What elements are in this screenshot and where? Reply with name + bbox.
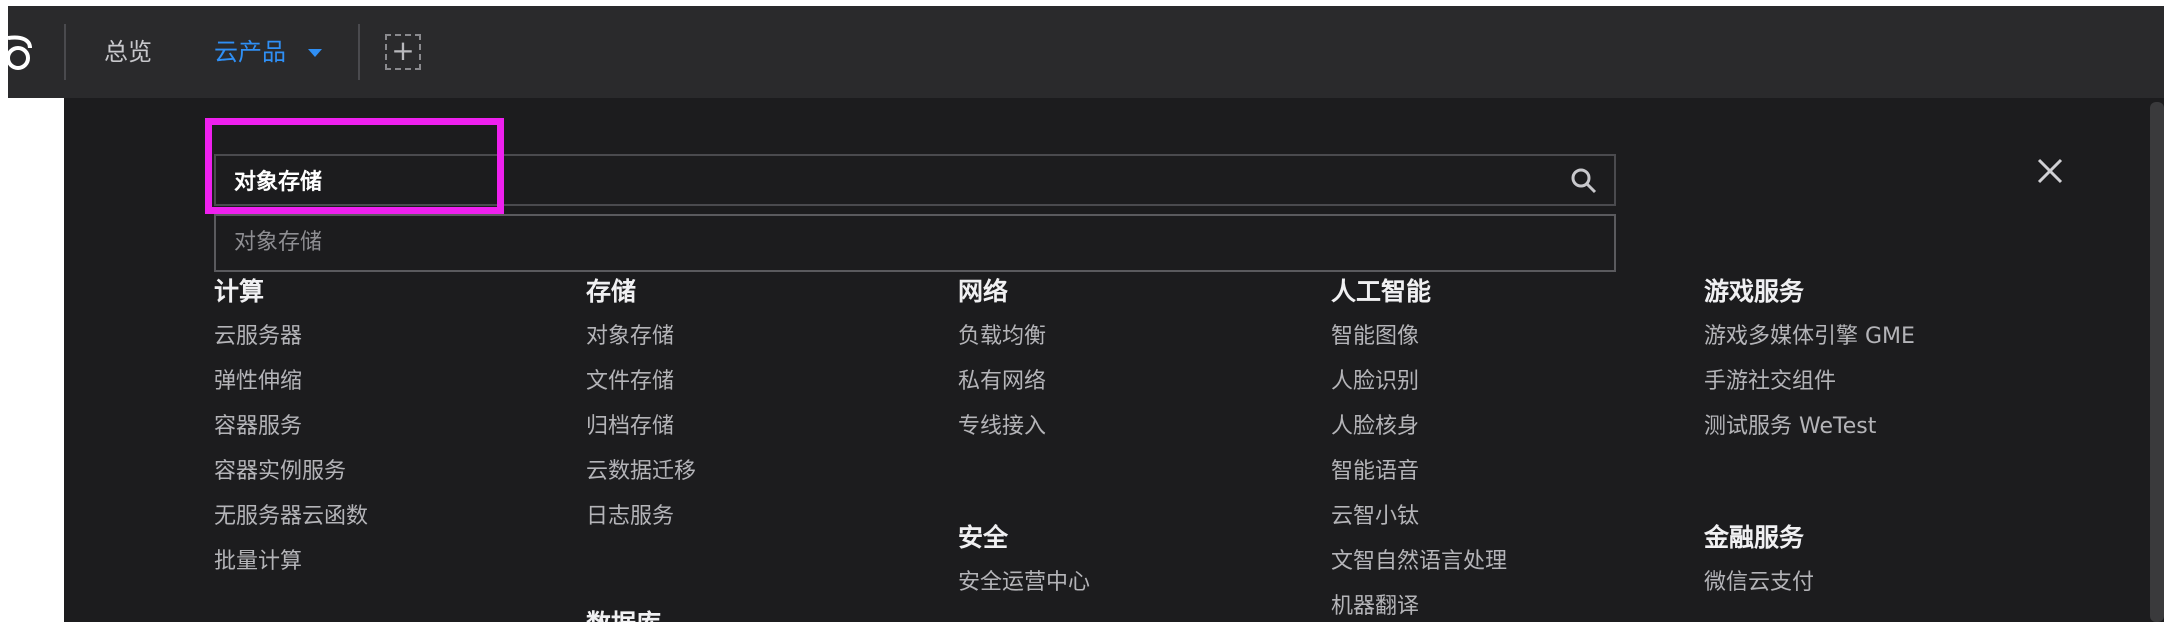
category-title: 存储 (586, 277, 637, 306)
console-window: 总览 云产品 + 对象存储 计算 云服务器 弹性伸缩 容器服务 容器实例服务 无… (8, 6, 2164, 622)
category-title: 人工智能 (1331, 277, 1432, 306)
product-link[interactable]: 云服务器 (214, 322, 554, 367)
product-link[interactable]: 日志服务 (586, 502, 926, 547)
product-link[interactable]: 容器实例服务 (214, 457, 554, 502)
product-link[interactable]: 无服务器云函数 (214, 502, 554, 547)
product-link[interactable]: 测试服务 WeTest (1704, 412, 2044, 457)
category-title: 计算 (214, 277, 265, 306)
cloud-logo-icon[interactable] (8, 30, 38, 74)
top-navigation-bar: 总览 云产品 + (8, 6, 2164, 98)
category-storage: 存储 对象存储 文件存储 归档存储 云数据迁移 日志服务 (586, 274, 926, 547)
search-icon[interactable] (1570, 167, 1598, 195)
product-link[interactable]: 游戏多媒体引擎 GME (1704, 322, 2044, 367)
search-suggestion[interactable]: 对象存储 (214, 214, 1616, 272)
product-link[interactable]: 负载均衡 (958, 322, 1298, 367)
category-title: 安全 (958, 523, 1009, 552)
product-link[interactable]: 云智小钛 (1331, 502, 1671, 547)
product-link[interactable]: 归档存储 (586, 412, 926, 457)
left-page-strip (8, 98, 64, 622)
product-link[interactable]: 人脸核身 (1331, 412, 1671, 457)
product-link[interactable]: 批量计算 (214, 547, 554, 592)
product-link[interactable]: 机器翻译 (1331, 592, 1671, 622)
product-link[interactable]: 专线接入 (958, 412, 1298, 457)
product-link[interactable]: 智能语音 (1331, 457, 1671, 502)
product-link[interactable]: 文智自然语言处理 (1331, 547, 1671, 592)
nav-divider (358, 24, 360, 80)
category-database: 数据库 (586, 606, 926, 622)
category-ai: 人工智能 智能图像 人脸识别 人脸核身 智能语音 云智小钛 文智自然语言处理 机… (1331, 274, 1671, 622)
category-financial-services: 金融服务 微信云支付 (1704, 520, 2044, 613)
product-link[interactable]: 手游社交组件 (1704, 367, 2044, 412)
scrollbar[interactable] (2150, 102, 2164, 622)
category-game-services: 游戏服务 游戏多媒体引擎 GME 手游社交组件 测试服务 WeTest (1704, 274, 2044, 457)
product-link[interactable]: 云数据迁移 (586, 457, 926, 502)
nav-overview[interactable]: 总览 (104, 36, 152, 68)
product-link[interactable]: 人脸识别 (1331, 367, 1671, 412)
product-link[interactable]: 文件存储 (586, 367, 926, 412)
product-link[interactable]: 安全运营中心 (958, 568, 1298, 613)
category-title: 游戏服务 (1704, 277, 1805, 306)
category-security: 安全 安全运营中心 (958, 520, 1298, 613)
category-title: 网络 (958, 277, 1009, 306)
category-title: 数据库 (586, 606, 926, 622)
product-link[interactable]: 弹性伸缩 (214, 367, 554, 412)
category-title: 金融服务 (1704, 523, 1805, 552)
category-network: 网络 负载均衡 私有网络 专线接入 (958, 274, 1298, 457)
category-compute: 计算 云服务器 弹性伸缩 容器服务 容器实例服务 无服务器云函数 批量计算 (214, 274, 554, 592)
product-link[interactable]: 对象存储 (586, 322, 926, 367)
product-link[interactable]: 容器服务 (214, 412, 554, 457)
add-icon[interactable]: + (385, 34, 421, 70)
nav-cloud-products[interactable]: 云产品 (214, 36, 286, 68)
search-input[interactable] (234, 164, 1534, 196)
close-icon[interactable] (2035, 156, 2065, 186)
caret-down-icon[interactable] (308, 49, 322, 57)
product-link[interactable]: 微信云支付 (1704, 568, 2044, 613)
product-link[interactable]: 私有网络 (958, 367, 1298, 412)
product-link[interactable]: 智能图像 (1331, 322, 1671, 367)
product-search-box[interactable] (214, 154, 1616, 206)
nav-divider (64, 24, 66, 80)
